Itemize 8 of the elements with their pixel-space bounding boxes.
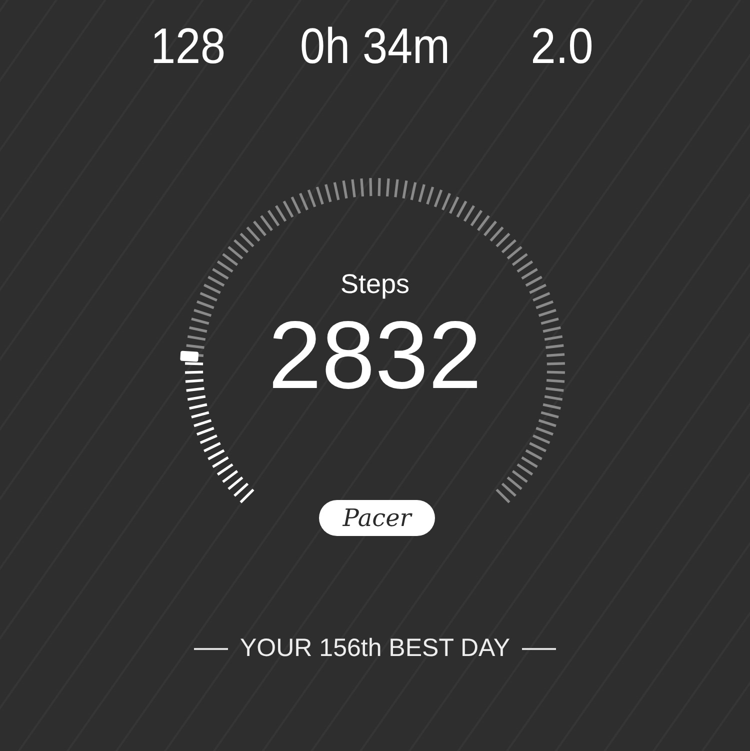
stat-value: 128 (149, 18, 227, 74)
stat-value: 2.0 (530, 18, 594, 74)
brand-logo: Pacer (319, 500, 435, 536)
progress-marker (180, 350, 199, 362)
best-day-text: YOUR 156th BEST DAY (240, 634, 510, 663)
steps-count: 2832 (268, 306, 482, 406)
steps-label: Steps (340, 268, 410, 300)
stat-value: 0h 34m (298, 18, 452, 74)
